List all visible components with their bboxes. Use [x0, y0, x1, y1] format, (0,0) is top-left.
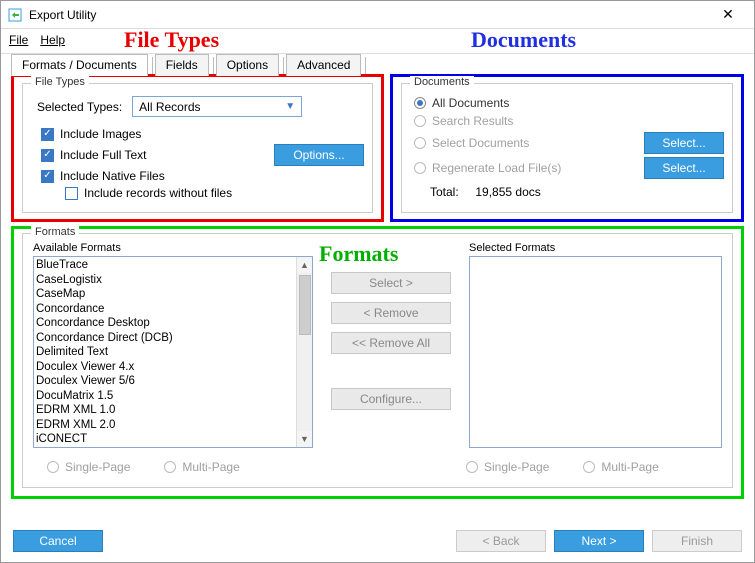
scroll-up-icon[interactable]: ▲: [297, 257, 312, 273]
documents-panel: Documents All Documents Search Results S…: [390, 74, 744, 222]
radio-select-documents[interactable]: [414, 137, 426, 149]
checkbox-include-native[interactable]: [41, 170, 54, 183]
selected-formats-list[interactable]: [469, 256, 722, 448]
list-item[interactable]: CaseLogistix: [36, 273, 310, 288]
tab-fields[interactable]: Fields: [155, 54, 209, 76]
total-label: Total:: [430, 185, 459, 199]
configure-button[interactable]: Configure...: [331, 388, 451, 410]
available-formats-list[interactable]: BlueTraceCaseLogistixCaseMapConcordanceC…: [33, 256, 313, 448]
tab-options[interactable]: Options: [216, 54, 279, 76]
cancel-button[interactable]: Cancel: [13, 530, 103, 552]
list-item[interactable]: Doculex Viewer 5/6: [36, 374, 310, 389]
tabstrip: Formats / Documents Fields Options Advan…: [11, 53, 744, 75]
chevron-down-icon: ▼: [285, 101, 295, 112]
label-all-documents: All Documents: [432, 96, 509, 110]
list-item[interactable]: CaseMap: [36, 287, 310, 302]
label-sel-single-page: Single-Page: [484, 460, 549, 474]
radio-sel-single-page: [466, 461, 478, 473]
formats-legend: Formats: [31, 226, 79, 238]
file-types-panel: File Types Selected Types: All Records ▼…: [11, 74, 384, 222]
radio-sel-multi-page: [583, 461, 595, 473]
tab-formats-documents[interactable]: Formats / Documents: [11, 54, 148, 76]
radio-all-documents[interactable]: [414, 97, 426, 109]
list-item[interactable]: EDRM XML 1.0: [36, 403, 310, 418]
export-utility-window: File Types Documents Formats Export Util…: [0, 0, 755, 563]
menu-file[interactable]: File: [9, 33, 28, 47]
label-include-images: Include Images: [60, 127, 141, 141]
scrollbar[interactable]: ▲ ▼: [296, 257, 312, 447]
radio-search-results[interactable]: [414, 115, 426, 127]
close-icon[interactable]: ✕: [708, 6, 748, 23]
list-item[interactable]: Concordance: [36, 302, 310, 317]
next-button[interactable]: Next >: [554, 530, 644, 552]
menu-help[interactable]: Help: [40, 33, 65, 47]
menubar: File Help: [1, 29, 754, 51]
select-documents-button[interactable]: Select...: [644, 132, 724, 154]
list-item[interactable]: Delimited Text: [36, 345, 310, 360]
selected-types-label: Selected Types:: [37, 100, 122, 114]
list-item[interactable]: BlueTrace: [36, 258, 310, 273]
remove-all-formats-button[interactable]: << Remove All: [331, 332, 451, 354]
selected-types-dropdown[interactable]: All Records ▼: [132, 96, 302, 117]
label-include-full-text: Include Full Text: [60, 148, 147, 162]
list-item[interactable]: Doculex Viewer 4.x: [36, 360, 310, 375]
label-select-documents: Select Documents: [432, 136, 529, 150]
label-include-without-files: Include records without files: [84, 186, 232, 200]
scroll-thumb[interactable]: [299, 275, 311, 335]
titlebar: Export Utility ✕: [1, 1, 754, 29]
radio-regenerate[interactable]: [414, 162, 426, 174]
total-value: 19,855 docs: [475, 185, 540, 199]
list-item[interactable]: iCONECT: [36, 432, 310, 447]
checkbox-include-full-text[interactable]: [41, 149, 54, 162]
finish-button[interactable]: Finish: [652, 530, 742, 552]
tab-advanced[interactable]: Advanced: [286, 54, 361, 76]
label-include-native: Include Native Files: [60, 169, 165, 183]
back-button[interactable]: < Back: [456, 530, 546, 552]
list-item[interactable]: inData's TrialDirector: [36, 447, 310, 449]
label-regenerate: Regenerate Load File(s): [432, 161, 561, 175]
list-item[interactable]: Concordance Direct (DCB): [36, 331, 310, 346]
options-button[interactable]: Options...: [274, 144, 364, 166]
documents-legend: Documents: [410, 76, 474, 88]
wizard-footer: Cancel < Back Next > Finish: [11, 530, 744, 552]
window-title: Export Utility: [29, 8, 708, 22]
select-format-button[interactable]: Select >: [331, 272, 451, 294]
scroll-down-icon[interactable]: ▼: [297, 431, 312, 447]
app-icon: [7, 7, 23, 23]
selected-formats-label: Selected Formats: [469, 242, 722, 254]
radio-avail-single-page: [47, 461, 59, 473]
select-regenerate-button[interactable]: Select...: [644, 157, 724, 179]
formats-panel: Formats Available Formats BlueTraceCaseL…: [11, 226, 744, 499]
content-area: Formats / Documents Fields Options Advan…: [11, 53, 744, 552]
list-item[interactable]: DocuMatrix 1.5: [36, 389, 310, 404]
label-avail-multi-page: Multi-Page: [182, 460, 239, 474]
file-types-legend: File Types: [31, 76, 89, 88]
checkbox-include-images[interactable]: [41, 128, 54, 141]
radio-avail-multi-page: [164, 461, 176, 473]
label-search-results: Search Results: [432, 114, 513, 128]
remove-format-button[interactable]: < Remove: [331, 302, 451, 324]
checkbox-include-without-files[interactable]: [65, 187, 78, 200]
label-avail-single-page: Single-Page: [65, 460, 130, 474]
list-item[interactable]: EDRM XML 2.0: [36, 418, 310, 433]
selected-types-value: All Records: [139, 100, 200, 114]
label-sel-multi-page: Multi-Page: [601, 460, 658, 474]
available-formats-label: Available Formats: [33, 242, 313, 254]
list-item[interactable]: Concordance Desktop: [36, 316, 310, 331]
